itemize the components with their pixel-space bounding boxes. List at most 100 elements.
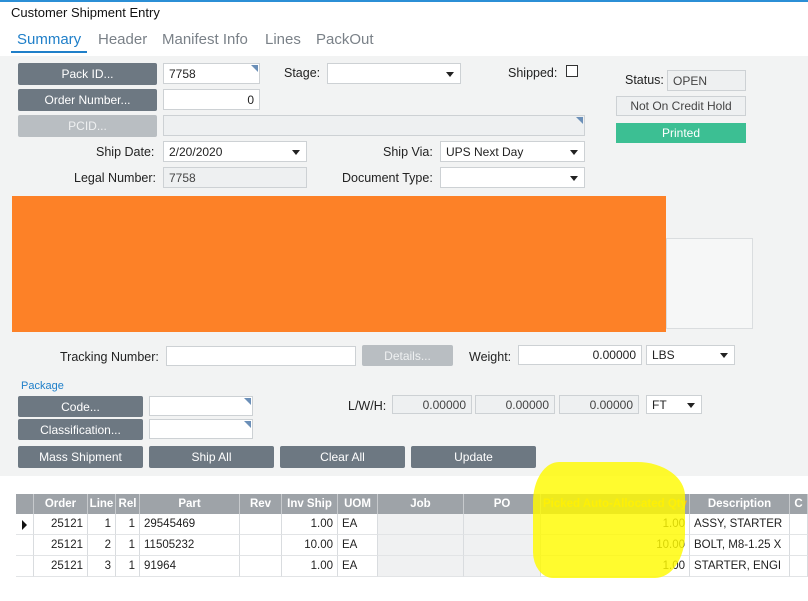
order-number-input[interactable]: 0 bbox=[163, 89, 260, 110]
cell-picked-qty[interactable]: 1.00 bbox=[541, 556, 690, 577]
update-button[interactable]: Update bbox=[411, 446, 536, 468]
credit-hold-indicator: Not On Credit Hold bbox=[616, 96, 746, 116]
col-header-inv-ship[interactable]: Inv Ship bbox=[282, 494, 338, 514]
col-header-description[interactable]: Description bbox=[690, 494, 790, 514]
shipped-checkbox[interactable] bbox=[566, 65, 578, 77]
weight-input[interactable]: 0.00000 bbox=[518, 345, 642, 365]
weight-uom-dropdown[interactable]: LBS bbox=[646, 345, 735, 365]
col-header-rev[interactable]: Rev bbox=[240, 494, 282, 514]
cell-order[interactable]: 25121 bbox=[34, 535, 88, 556]
row-indicator[interactable] bbox=[16, 535, 34, 556]
col-header-part[interactable]: Part bbox=[140, 494, 240, 514]
length-value: 0.00000 bbox=[422, 397, 466, 412]
cell-part[interactable]: 11505232 bbox=[140, 535, 240, 556]
cell-po[interactable] bbox=[464, 514, 541, 535]
cell-picked-qty[interactable]: 10.00 bbox=[541, 535, 690, 556]
length-input[interactable]: 0.00000 bbox=[392, 395, 472, 414]
cell-po[interactable] bbox=[464, 535, 541, 556]
ship-date-label: Ship Date: bbox=[96, 145, 155, 159]
cell-rel[interactable]: 1 bbox=[116, 535, 140, 556]
col-header-line[interactable]: Line bbox=[88, 494, 116, 514]
legal-number-label: Legal Number: bbox=[74, 171, 156, 185]
cell-rev[interactable] bbox=[240, 535, 282, 556]
cell-line[interactable]: 2 bbox=[88, 535, 116, 556]
pack-id-input[interactable]: 7758 bbox=[163, 63, 260, 84]
cell-job[interactable] bbox=[378, 535, 464, 556]
code-input[interactable] bbox=[149, 396, 253, 416]
cell-uom[interactable]: EA bbox=[338, 535, 378, 556]
tab-header[interactable]: Header bbox=[98, 31, 147, 48]
legal-number-value: 7758 bbox=[169, 170, 196, 185]
pcid-button[interactable]: PCID... bbox=[18, 115, 157, 137]
tab-summary[interactable]: Summary bbox=[17, 31, 81, 48]
col-header-uom[interactable]: UOM bbox=[338, 494, 378, 514]
cell-line[interactable]: 1 bbox=[88, 514, 116, 535]
tab-lines[interactable]: Lines bbox=[265, 31, 301, 48]
col-header-po[interactable]: PO bbox=[464, 494, 541, 514]
classification-button[interactable]: Classification... bbox=[18, 419, 143, 440]
cell-inv-ship[interactable]: 10.00 bbox=[282, 535, 338, 556]
cell-rev[interactable] bbox=[240, 514, 282, 535]
cell-rel[interactable]: 1 bbox=[116, 556, 140, 577]
ship-all-button[interactable]: Ship All bbox=[149, 446, 274, 468]
col-header-picked-auto-allocated-qty[interactable]: Picked Auto-Allocated Qty bbox=[541, 494, 690, 514]
height-input[interactable]: 0.00000 bbox=[559, 395, 639, 414]
ship-via-dropdown[interactable]: UPS Next Day bbox=[440, 141, 585, 162]
cell-uom[interactable]: EA bbox=[338, 556, 378, 577]
cell-rel[interactable]: 1 bbox=[116, 514, 140, 535]
code-button[interactable]: Code... bbox=[18, 396, 143, 417]
cell-part[interactable]: 29545469 bbox=[140, 514, 240, 535]
col-header-rel[interactable]: Rel bbox=[116, 494, 140, 514]
cell-part[interactable]: 91964 bbox=[140, 556, 240, 577]
stage-dropdown[interactable] bbox=[327, 63, 461, 84]
tracking-number-input[interactable] bbox=[166, 346, 356, 366]
width-value: 0.00000 bbox=[505, 397, 549, 412]
dimension-uom-dropdown[interactable]: FT bbox=[646, 395, 702, 414]
pack-id-button[interactable]: Pack ID... bbox=[18, 63, 157, 85]
classification-input[interactable] bbox=[149, 419, 253, 439]
tab-manifest-info[interactable]: Manifest Info bbox=[162, 31, 248, 48]
cell-description[interactable]: STARTER, ENGI bbox=[690, 556, 790, 577]
cell-inv-ship[interactable]: 1.00 bbox=[282, 556, 338, 577]
tracking-number-label: Tracking Number: bbox=[60, 350, 159, 364]
cell-order[interactable]: 25121 bbox=[34, 514, 88, 535]
empty-panel bbox=[666, 238, 753, 329]
cell-inv-ship[interactable]: 1.00 bbox=[282, 514, 338, 535]
col-header-job[interactable]: Job bbox=[378, 494, 464, 514]
package-section-title: Package bbox=[21, 380, 64, 392]
window-top-border bbox=[0, 0, 808, 2]
cell-po[interactable] bbox=[464, 556, 541, 577]
cell-job[interactable] bbox=[378, 556, 464, 577]
col-header-order[interactable]: Order bbox=[34, 494, 88, 514]
row-indicator[interactable] bbox=[16, 514, 34, 535]
cell-job[interactable] bbox=[378, 514, 464, 535]
cell-c[interactable] bbox=[790, 514, 808, 535]
tab-packout[interactable]: PackOut bbox=[316, 31, 374, 48]
stage-label: Stage: bbox=[284, 66, 321, 80]
chevron-down-icon bbox=[570, 149, 578, 155]
cell-line[interactable]: 3 bbox=[88, 556, 116, 577]
cell-picked-qty[interactable]: 1.00 bbox=[541, 514, 690, 535]
col-header-c[interactable]: C bbox=[790, 494, 808, 514]
cell-rev[interactable] bbox=[240, 556, 282, 577]
pcid-input[interactable] bbox=[163, 115, 585, 136]
legal-number-field: 7758 bbox=[163, 167, 307, 188]
row-indicator[interactable] bbox=[16, 556, 34, 577]
details-button[interactable]: Details... bbox=[362, 345, 453, 366]
order-number-button[interactable]: Order Number... bbox=[18, 89, 157, 111]
mass-shipment-button[interactable]: Mass Shipment bbox=[18, 446, 143, 468]
cell-order[interactable]: 25121 bbox=[34, 556, 88, 577]
order-number-value: 0 bbox=[247, 92, 254, 107]
ship-via-value: UPS Next Day bbox=[446, 144, 524, 159]
cell-c[interactable] bbox=[790, 556, 808, 577]
cell-description[interactable]: BOLT, M8-1.25 X bbox=[690, 535, 790, 556]
document-type-dropdown[interactable] bbox=[440, 167, 585, 188]
cell-uom[interactable]: EA bbox=[338, 514, 378, 535]
current-row-arrow-icon bbox=[22, 520, 27, 530]
cell-description[interactable]: ASSY, STARTER bbox=[690, 514, 790, 535]
ship-date-picker[interactable]: 2/20/2020 bbox=[163, 141, 307, 162]
cell-c[interactable] bbox=[790, 535, 808, 556]
width-input[interactable]: 0.00000 bbox=[475, 395, 555, 414]
clear-all-button[interactable]: Clear All bbox=[280, 446, 405, 468]
chevron-down-icon bbox=[720, 353, 728, 358]
